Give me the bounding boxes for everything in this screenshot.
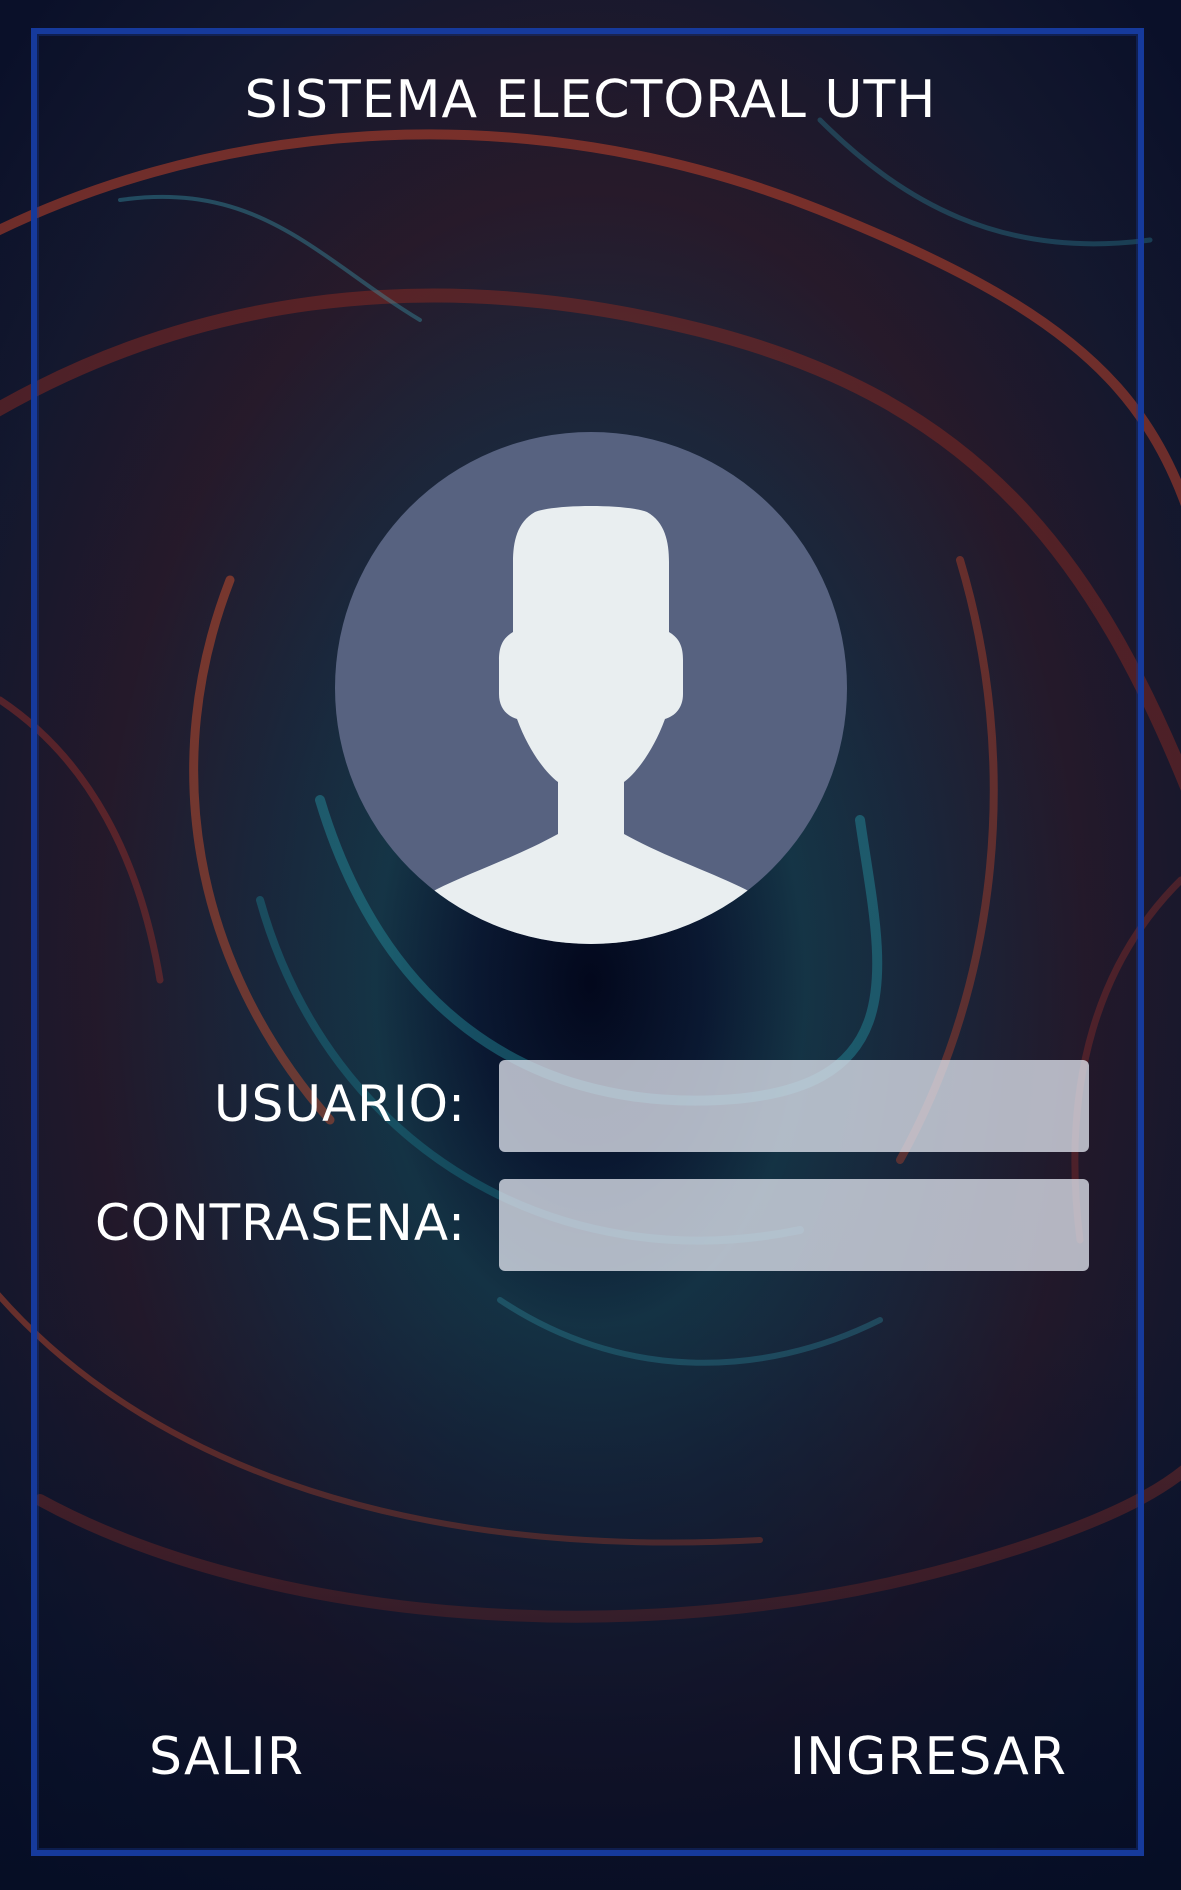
username-input[interactable] [499,1060,1089,1152]
user-avatar-icon [335,432,847,944]
exit-button[interactable]: SALIR [149,1727,304,1787]
username-label: USUARIO: [214,1075,466,1133]
password-label: CONTRASENA: [94,1194,466,1252]
app-title: SISTEMA ELECTORAL UTH [244,70,937,130]
password-input[interactable] [499,1179,1089,1271]
login-button[interactable]: INGRESAR [790,1727,1067,1787]
